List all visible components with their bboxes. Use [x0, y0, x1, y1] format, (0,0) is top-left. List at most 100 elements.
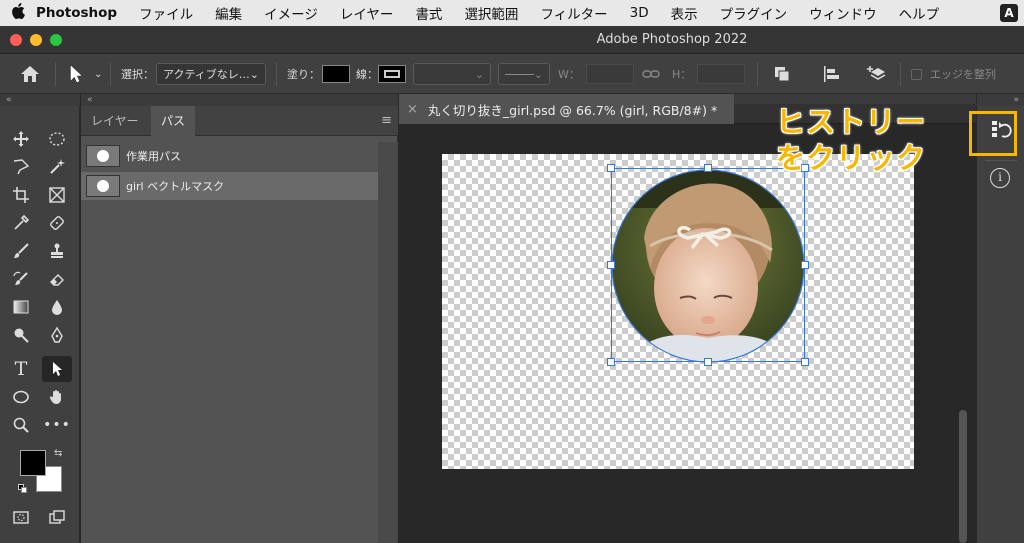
- eraser-icon[interactable]: [42, 266, 72, 292]
- input-source-badge[interactable]: A: [1000, 4, 1018, 22]
- path-select-icon[interactable]: ⌄: [68, 54, 102, 94]
- hand-tool-icon[interactable]: [42, 384, 72, 410]
- document-tab[interactable]: × 丸く切り抜き_girl.psd @ 66.7% (girl, RGB/8#)…: [399, 94, 734, 124]
- close-tab-icon[interactable]: ×: [407, 102, 418, 117]
- right-icon-panel: » i: [976, 94, 1024, 543]
- document-tab-title: 丸く切り抜き_girl.psd @ 66.7% (girl, RGB/8#) *: [427, 102, 718, 118]
- stroke-width-dropdown[interactable]: ⌄: [413, 63, 491, 85]
- path-thumbnail: [86, 145, 120, 167]
- height-field[interactable]: [697, 64, 746, 84]
- transform-handle[interactable]: [607, 261, 615, 269]
- brush-icon[interactable]: [6, 238, 36, 264]
- blur-icon[interactable]: [42, 294, 72, 320]
- menu-layer[interactable]: レイヤー: [340, 3, 394, 23]
- collapse-icon[interactable]: «: [0, 94, 80, 106]
- tab-layers[interactable]: レイヤー: [81, 106, 149, 136]
- transform-handle[interactable]: [704, 164, 712, 172]
- clone-stamp-icon[interactable]: [42, 238, 72, 264]
- polygon-lasso-icon[interactable]: [6, 154, 36, 180]
- frame-tool-icon[interactable]: [42, 182, 72, 208]
- options-bar: ⌄ 選択： アクティブなレ… ⌄ 塗り： 線： ⌄ ⌄ W： H： エッジを整列: [0, 54, 1024, 94]
- transform-handle[interactable]: [607, 164, 615, 172]
- select-dropdown[interactable]: アクティブなレ… ⌄: [156, 63, 266, 85]
- spot-healing-icon[interactable]: [42, 210, 72, 236]
- transform-handle[interactable]: [801, 261, 809, 269]
- align-edges-checkbox[interactable]: [911, 68, 922, 80]
- path-arrangement-icon[interactable]: [866, 54, 886, 94]
- tab-paths[interactable]: パス: [151, 106, 196, 136]
- menu-select[interactable]: 選択範囲: [464, 3, 518, 23]
- stroke-swatch[interactable]: [378, 65, 406, 83]
- fill-label: 塗り：: [287, 68, 320, 81]
- path-alignment-icon[interactable]: [822, 54, 840, 94]
- info-icon[interactable]: i: [990, 168, 1010, 188]
- menu-type[interactable]: 書式: [415, 3, 442, 23]
- fill-swatch[interactable]: [322, 65, 350, 83]
- elliptical-marquee-icon[interactable]: [42, 126, 72, 152]
- chevron-down-icon: ⌄: [249, 67, 259, 81]
- menu-view[interactable]: 表示: [671, 3, 698, 23]
- select-label: 選択：: [121, 68, 154, 81]
- stroke-type-dropdown[interactable]: ⌄: [498, 63, 550, 85]
- quick-mask-icon[interactable]: [6, 504, 36, 530]
- height-label: H：: [672, 68, 692, 81]
- link-icon[interactable]: [642, 54, 660, 94]
- path-selection-tool-icon[interactable]: [42, 356, 72, 382]
- panel-scrollbar[interactable]: [378, 142, 398, 543]
- default-colors-icon[interactable]: [18, 484, 28, 494]
- path-item[interactable]: 作業用パス: [81, 142, 378, 170]
- crop-icon[interactable]: [6, 182, 36, 208]
- gradient-icon[interactable]: [6, 294, 36, 320]
- menu-window[interactable]: ウィンドウ: [809, 3, 877, 23]
- swap-colors-icon[interactable]: ⇆: [54, 448, 62, 459]
- history-highlight-box: [969, 111, 1017, 156]
- paths-panel: « レイヤー パス ≡ 作業用パス girl ベクトルマスク: [81, 94, 398, 543]
- type-tool-icon[interactable]: T: [6, 356, 36, 382]
- dodge-icon[interactable]: [6, 322, 36, 348]
- path-thumbnail: [86, 175, 120, 197]
- chevron-down-icon[interactable]: ⌄: [94, 69, 102, 80]
- more-tools-icon[interactable]: •••: [42, 412, 72, 438]
- home-icon[interactable]: [20, 54, 40, 94]
- width-label: W：: [558, 68, 580, 81]
- path-operations-icon[interactable]: [773, 54, 791, 94]
- transform-bounding-box[interactable]: [611, 168, 805, 362]
- transform-handle[interactable]: [704, 358, 712, 366]
- document-scrollbar[interactable]: [959, 410, 967, 543]
- history-brush-icon[interactable]: [6, 266, 36, 292]
- eyedropper-icon[interactable]: [6, 210, 36, 236]
- menu-image[interactable]: イメージ: [264, 3, 318, 23]
- collapse-icon[interactable]: «: [81, 94, 398, 106]
- canvas[interactable]: [442, 154, 914, 469]
- tools-panel: « T ••• ⇆: [0, 94, 80, 543]
- screen-mode-icon[interactable]: [42, 504, 72, 530]
- panel-menu-icon[interactable]: ≡: [381, 113, 392, 128]
- app-menu[interactable]: Photoshop: [36, 5, 117, 21]
- menu-help[interactable]: ヘルプ: [899, 3, 940, 23]
- ellipse-tool-icon[interactable]: [6, 384, 36, 410]
- menu-file[interactable]: ファイル: [139, 3, 193, 23]
- path-item-selected[interactable]: girl ベクトルマスク: [81, 172, 378, 200]
- width-field[interactable]: [585, 64, 634, 84]
- zoom-icon[interactable]: [6, 412, 36, 438]
- menu-edit[interactable]: 編集: [215, 3, 242, 23]
- apple-icon[interactable]: [0, 3, 36, 23]
- stroke-label: 線：: [356, 68, 378, 81]
- annotation-line-1: ヒストリー: [776, 105, 927, 139]
- menu-3d[interactable]: 3D: [630, 5, 649, 21]
- title-bar: Adobe Photoshop 2022: [0, 26, 1024, 54]
- window-title: Adobe Photoshop 2022: [596, 32, 748, 47]
- foreground-color-swatch-front: [20, 450, 46, 476]
- move-tool-icon[interactable]: [6, 126, 36, 152]
- collapse-icon[interactable]: »: [977, 94, 1024, 106]
- chevron-down-icon: ⌄: [533, 67, 543, 81]
- magic-wand-icon[interactable]: [42, 154, 72, 180]
- pen-icon[interactable]: [42, 322, 72, 348]
- transform-handle[interactable]: [801, 358, 809, 366]
- transform-handle[interactable]: [607, 358, 615, 366]
- select-dropdown-value: アクティブなレ…: [163, 68, 250, 81]
- menu-plugins[interactable]: プラグイン: [720, 3, 788, 23]
- menu-filter[interactable]: フィルター: [540, 3, 607, 23]
- annotation-line-2: をクリック: [776, 141, 927, 175]
- menu-bar: Photoshop ファイル 編集 イメージ レイヤー 書式 選択範囲 フィルタ…: [0, 0, 1024, 26]
